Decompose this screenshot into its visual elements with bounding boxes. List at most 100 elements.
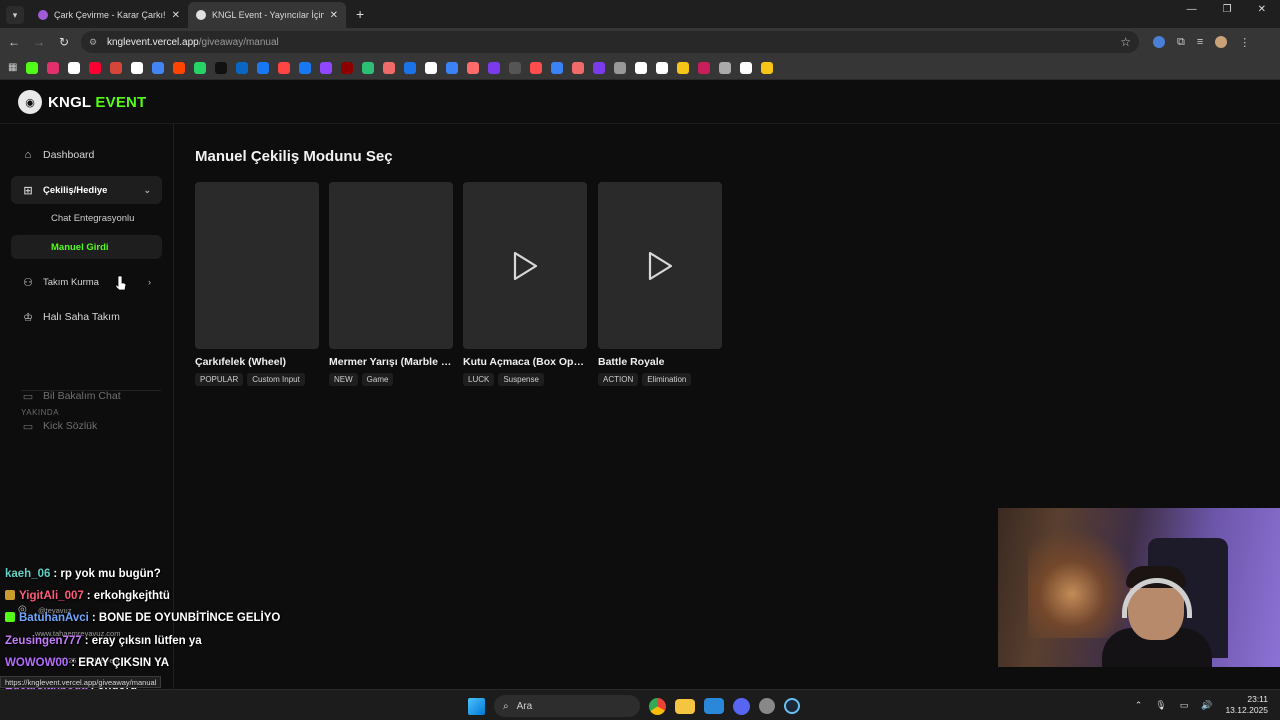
settings-gear-icon[interactable] <box>759 698 775 714</box>
windows-start-icon[interactable] <box>468 697 485 715</box>
tab-knglevent[interactable]: KNGL Event - Yayıncılar İçin Etk ✕ <box>188 2 346 28</box>
taskbar-search[interactable]: ⌕ Ara <box>494 695 640 717</box>
sidebar-item-guess-chat[interactable]: ▭ Bil Bakalım Chat <box>11 382 162 410</box>
card-thumbnail[interactable] <box>598 182 722 349</box>
tab-wheel[interactable]: Çark Çevirme - Karar Çarkı! ✕ <box>30 2 188 28</box>
mode-card-wheel[interactable]: Çarkıfelek (Wheel) POPULAR Custom Input <box>195 182 319 386</box>
bookmark-favicon-icon[interactable] <box>593 61 606 74</box>
card-thumbnail[interactable] <box>329 182 453 349</box>
bookmark-favicon-icon[interactable] <box>362 61 375 74</box>
bookmark-favicon-icon[interactable] <box>572 61 585 74</box>
apps-grid-icon[interactable]: ▦ <box>8 62 17 73</box>
tab-close-icon[interactable]: ✕ <box>172 10 180 21</box>
forward-arrow-icon[interactable]: → <box>28 35 50 49</box>
bookmark-favicon-icon[interactable] <box>68 61 81 74</box>
tab-search-chevron-icon[interactable]: ▾ <box>6 6 24 24</box>
browser-tab-strip: ▾ Çark Çevirme - Karar Çarkı! ✕ KNGL Eve… <box>0 0 1280 28</box>
bookmark-favicon-icon[interactable] <box>257 61 270 74</box>
mode-card-marble-race[interactable]: Mermer Yarışı (Marble Race) NEW Game <box>329 182 453 386</box>
bookmark-favicon-icon[interactable] <box>467 61 480 74</box>
minimize-icon[interactable]: — <box>1187 4 1197 15</box>
webcam-shelf-light <box>1028 528 1138 638</box>
bookmark-favicon-icon[interactable] <box>173 61 186 74</box>
bookmark-favicon-icon[interactable] <box>614 61 627 74</box>
bookmark-favicon-icon[interactable] <box>341 61 354 74</box>
sidebar-item-dashboard[interactable]: ⌂ Dashboard <box>11 141 162 169</box>
sidebar-subitem-manual-entry[interactable]: Manuel Girdi <box>11 235 162 259</box>
bookmark-favicon-icon[interactable] <box>278 61 291 74</box>
bookmark-favicon-icon[interactable] <box>299 61 312 74</box>
bookmark-favicon-icon[interactable] <box>425 61 438 74</box>
tab-favicon-icon <box>38 10 48 20</box>
mode-card-box-opening[interactable]: Kutu Açmaca (Box Opening) LUCK Suspense <box>463 182 587 386</box>
mode-card-battle-royale[interactable]: Battle Royale ACTION Elimination <box>598 182 722 386</box>
mouse-cursor-icon <box>115 275 127 291</box>
bookmark-favicon-icon[interactable] <box>131 61 144 74</box>
photos-icon[interactable] <box>704 698 724 714</box>
bookmark-favicon-icon[interactable] <box>698 61 711 74</box>
bookmark-favicon-icon[interactable] <box>110 61 123 74</box>
profile-avatar[interactable] <box>1215 36 1228 48</box>
bookmark-favicon-icon[interactable] <box>194 61 207 74</box>
brand-word-white: KNGL <box>48 93 92 111</box>
bookmark-favicon-icon[interactable] <box>488 61 501 74</box>
chat-message: Zeusingen777: eray çıksın lütfen ya <box>5 635 202 647</box>
bookmark-star-icon[interactable]: ☆ <box>1120 35 1131 49</box>
bookmark-favicon-icon[interactable] <box>26 61 39 74</box>
kebab-menu-icon[interactable]: ⋮ <box>1239 36 1250 49</box>
chat-message: kaeh_06: rp yok mu bugün? <box>5 568 161 580</box>
bookmark-favicon-icon[interactable] <box>761 61 774 74</box>
close-window-icon[interactable]: ✕ <box>1258 4 1266 15</box>
card-tag: POPULAR <box>195 373 244 386</box>
clock[interactable]: 23:11 13.12.2025 <box>1225 694 1268 716</box>
site-info-icon[interactable]: ⚙ <box>89 37 101 47</box>
puzzle-icon[interactable]: ⧉ <box>1177 36 1185 49</box>
bookmark-favicon-icon[interactable] <box>677 61 690 74</box>
maximize-icon[interactable]: ❐ <box>1223 4 1232 15</box>
card-thumbnail[interactable] <box>463 182 587 349</box>
file-explorer-icon[interactable] <box>675 698 695 714</box>
extension-icon[interactable] <box>1153 36 1165 48</box>
steam-icon[interactable] <box>784 698 800 714</box>
new-tab-plus-icon[interactable]: + <box>356 6 364 22</box>
tab-title: KNGL Event - Yayıncılar İçin Etk <box>212 10 324 20</box>
bookmark-favicon-icon[interactable] <box>215 61 228 74</box>
bookmark-favicon-icon[interactable] <box>635 61 648 74</box>
bookmark-favicon-icon[interactable] <box>320 61 333 74</box>
chrome-icon[interactable] <box>649 697 666 715</box>
sidebar-item-team-building[interactable]: ⚇ Takım Kurma › <box>11 268 162 296</box>
chevron-up-icon[interactable]: ⌃ <box>1135 700 1143 711</box>
bear-logo-icon[interactable]: ◉ <box>18 90 42 114</box>
sidebar-subitem-chat-integration[interactable]: Chat Entegrasyonlu <box>11 206 162 230</box>
back-arrow-icon[interactable]: ← <box>3 35 25 49</box>
card-thumbnail[interactable] <box>195 182 319 349</box>
address-bar[interactable]: ⚙ knglevent.vercel.app /giveaway/manual … <box>81 31 1139 53</box>
gift-icon: ⊞ <box>23 184 33 197</box>
brand-logo[interactable]: KNGL EVENT <box>48 94 146 111</box>
monitor-icon[interactable]: ▭ <box>1180 700 1189 711</box>
bookmark-favicon-icon[interactable] <box>236 61 249 74</box>
bookmark-favicon-icon[interactable] <box>152 61 165 74</box>
bookmark-favicon-icon[interactable] <box>404 61 417 74</box>
discord-icon[interactable] <box>733 697 750 715</box>
bookmark-favicon-icon[interactable] <box>656 61 669 74</box>
reload-icon[interactable]: ↻ <box>53 35 75 49</box>
sidebar-item-kick-dictionary[interactable]: ▭ Kick Sözlük <box>11 412 162 440</box>
bookmark-favicon-icon[interactable] <box>740 61 753 74</box>
sidebar-item-pitch-team[interactable]: ♔ Halı Saha Takım <box>11 303 162 331</box>
bookmark-favicon-icon[interactable] <box>47 61 60 74</box>
microphone-icon[interactable]: 🎙 <box>1155 700 1166 711</box>
bookmark-favicon-icon[interactable] <box>530 61 543 74</box>
sidebar-item-label: Çekiliş/Hediye <box>43 184 108 196</box>
bookmark-favicon-icon[interactable] <box>719 61 732 74</box>
sidebar-subitem-label: Chat Entegrasyonlu <box>51 212 135 224</box>
bookmark-favicon-icon[interactable] <box>383 61 396 74</box>
speaker-icon[interactable]: 🔊 <box>1201 700 1212 711</box>
bookmark-favicon-icon[interactable] <box>551 61 564 74</box>
bookmark-favicon-icon[interactable] <box>446 61 459 74</box>
bookmark-favicon-icon[interactable] <box>89 61 102 74</box>
tab-close-icon[interactable]: ✕ <box>330 10 338 21</box>
bookmark-favicon-icon[interactable] <box>509 61 522 74</box>
sidebar-item-giveaway[interactable]: ⊞ Çekiliş/Hediye ⌄ <box>11 176 162 204</box>
media-queue-icon[interactable]: ≡ <box>1197 36 1203 48</box>
